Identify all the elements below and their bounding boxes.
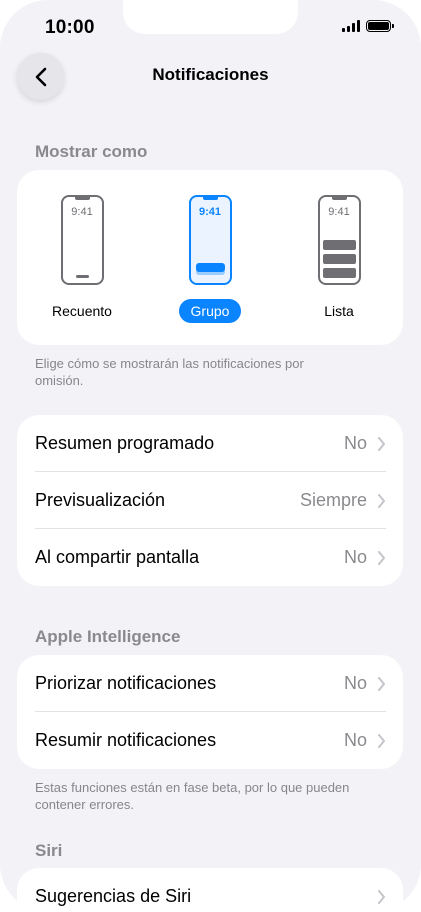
display-option-count[interactable]: 9:41 Recuento [37,195,127,323]
row-prioritize-notifications[interactable]: Priorizar notificaciones No [17,655,403,712]
row-value: No [343,673,367,693]
row-preview[interactable]: Previsualización Siempre [17,472,403,529]
phone-screen: 10:00 Notificaciones Mostrar como 9:41 R… [0,0,421,912]
chevron-right-icon [377,436,386,451]
row-label: Resumen programado [35,433,215,453]
dynamic-notch [123,0,298,34]
display-option-label: Grupo [178,299,242,323]
display-option-list[interactable]: 9:41 Lista [294,195,384,323]
chevron-right-icon [377,550,386,565]
count-preview-icon: 9:41 [60,195,104,285]
row-siri-suggestions[interactable]: Sugerencias de Siri [17,868,403,912]
row-value: No [343,547,367,567]
section-header-siri: Siri [35,841,63,860]
signal-icon [342,20,360,32]
battery-icon [366,20,394,32]
row-value: Siempre [299,490,367,510]
display-option-group[interactable]: 9:41 Grupo [165,195,255,323]
row-label: Sugerencias de Siri [35,886,192,906]
display-option-label: Lista [324,303,354,319]
row-label: Al compartir pantalla [35,547,200,567]
display-option-label: Recuento [52,303,112,319]
row-label: Priorizar notificaciones [35,673,217,693]
group-preview-icon: 9:41 [188,195,232,285]
chevron-right-icon [377,733,386,748]
row-label: Resumir notificaciones [35,730,217,750]
chevron-right-icon [377,493,386,508]
row-summarize-notifications[interactable]: Resumir notificaciones No [17,712,403,769]
apple-intelligence-footnote: Estas funciones están en fase beta, por … [35,780,350,812]
row-value: No [343,730,367,750]
display-style-card: 9:41 Recuento 9:41 Grupo 9:41 Lista [17,170,403,345]
siri-card: Sugerencias de Siri [17,868,403,912]
row-label: Previsualización [35,490,166,510]
row-screen-sharing[interactable]: Al compartir pantalla No [17,529,403,586]
chevron-right-icon [377,676,386,691]
notification-settings-card: Resumen programado No Previsualización S… [17,415,403,586]
display-as-footnote: Elige cómo se mostrarán las notificacion… [35,356,304,388]
section-header-display-as: Mostrar como [35,142,148,161]
row-scheduled-summary[interactable]: Resumen programado No [17,415,403,472]
status-time: 10:00 [45,17,95,38]
section-header-apple-intelligence: Apple Intelligence [35,627,181,646]
page-title: Notificaciones [152,65,269,84]
row-value: No [343,433,367,453]
chevron-right-icon [377,889,386,904]
status-icons [342,20,394,32]
list-preview-icon: 9:41 [317,195,361,285]
apple-intelligence-card: Priorizar notificaciones No Resumir noti… [17,655,403,769]
